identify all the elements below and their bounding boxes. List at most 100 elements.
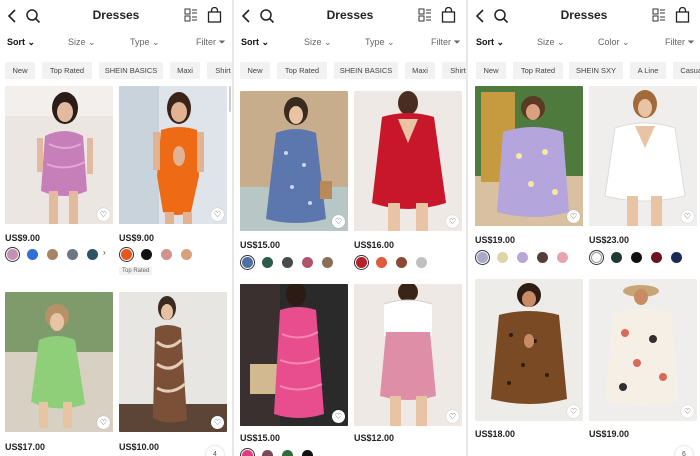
shopping-bag-icon[interactable] (675, 7, 690, 23)
filter-button[interactable]: Filter ⏷ (431, 37, 461, 48)
swatch[interactable] (242, 257, 253, 268)
swatch[interactable] (302, 257, 313, 268)
product-card[interactable]: ♡ US$18.00 (475, 279, 583, 456)
swatch[interactable] (497, 252, 508, 263)
swatch[interactable] (537, 252, 548, 263)
heart-icon[interactable]: ♡ (97, 416, 110, 429)
chip-shein-basics[interactable]: SHEIN BASICS (334, 62, 398, 79)
chip-new[interactable]: New (240, 62, 270, 79)
swatch[interactable] (651, 252, 662, 263)
swatch[interactable] (7, 249, 18, 260)
heart-icon[interactable]: ♡ (681, 210, 694, 223)
swatch[interactable] (87, 249, 98, 260)
swatch[interactable] (282, 257, 293, 268)
sort-dropdown[interactable]: Sort ⌄ (476, 37, 504, 48)
product-image[interactable]: ♡ (354, 284, 462, 426)
chip-top-rated[interactable]: Top Rated (42, 62, 92, 79)
heart-icon[interactable]: ♡ (567, 210, 580, 223)
chip-maxi[interactable]: Maxi (405, 62, 435, 79)
product-image[interactable]: ♡ (5, 292, 113, 432)
swatch[interactable] (262, 450, 273, 456)
product-image[interactable]: ♡ (119, 292, 227, 432)
heart-icon[interactable]: ♡ (211, 416, 224, 429)
chip-shein-basics[interactable]: SHEIN BASICS (99, 62, 163, 79)
chip-top-rated[interactable]: Top Rated (513, 62, 563, 79)
swatch[interactable] (121, 249, 132, 260)
product-card[interactable]: ♡ US$9.00 › (5, 86, 113, 266)
scrollbar[interactable] (229, 86, 231, 112)
chip-casual[interactable]: Casual (673, 62, 700, 79)
heart-icon[interactable]: ♡ (332, 215, 345, 228)
product-card[interactable]: ♡ US$9.00 Top Rated (119, 86, 227, 276)
type-dropdown[interactable]: Type ⌄ (365, 37, 395, 48)
heart-icon[interactable]: ♡ (211, 208, 224, 221)
chip-shein-sxy[interactable]: SHEIN SXY (569, 62, 623, 79)
swatch[interactable] (262, 257, 273, 268)
product-card[interactable]: ♡ US$10.00 (119, 292, 227, 456)
swatch[interactable] (611, 252, 622, 263)
size-dropdown[interactable]: Size ⌄ (304, 37, 332, 48)
product-image[interactable]: ♡ (240, 91, 348, 231)
product-card[interactable]: ♡ US$15.00 (240, 284, 348, 456)
swatch[interactable] (242, 450, 253, 456)
heart-icon[interactable]: ♡ (446, 410, 459, 423)
swatch[interactable] (181, 249, 192, 260)
chip-top-rated[interactable]: Top Rated (277, 62, 327, 79)
product-card[interactable]: ♡ US$23.00 (589, 86, 697, 266)
product-image[interactable]: ♡ (475, 279, 583, 421)
swatch[interactable] (517, 252, 528, 263)
product-card[interactable]: ♡ US$17.00 (5, 292, 113, 456)
swatch[interactable] (47, 249, 58, 260)
product-image[interactable]: ♡ (475, 86, 583, 226)
product-image[interactable]: ♡ (589, 86, 697, 226)
product-card[interactable]: ♡ US$12.00 (354, 284, 462, 456)
filter-button[interactable]: Filter ⏷ (196, 37, 226, 48)
swatch[interactable] (416, 257, 427, 268)
product-image[interactable]: ♡ (119, 86, 227, 224)
product-image[interactable]: ♡ (5, 86, 113, 224)
shopping-bag-icon[interactable] (207, 7, 222, 23)
size-dropdown[interactable]: Size ⌄ (68, 37, 96, 48)
chip-shirt[interactable]: Shirt (442, 62, 466, 79)
color-dropdown[interactable]: Color ⌄ (598, 37, 630, 48)
product-card[interactable]: ♡ US$19.00 (475, 86, 583, 266)
product-card[interactable]: ♡ US$15.00 (240, 91, 348, 271)
product-card[interactable]: ♡ US$19.00 (589, 279, 697, 456)
layout-toggle-icon[interactable] (652, 8, 666, 22)
product-image[interactable]: ♡ (354, 91, 462, 231)
filter-button[interactable]: Filter ⏷ (665, 37, 695, 48)
chip-new[interactable]: New (5, 62, 35, 79)
chip-maxi[interactable]: Maxi (170, 62, 200, 79)
product-image[interactable]: ♡ (240, 284, 348, 426)
size-dropdown[interactable]: Size ⌄ (537, 37, 565, 48)
swatch[interactable] (302, 450, 313, 456)
swatch[interactable] (282, 450, 293, 456)
sort-dropdown[interactable]: Sort ⌄ (7, 37, 35, 48)
swatch[interactable] (591, 252, 602, 263)
swatch[interactable] (396, 257, 407, 268)
swatch[interactable] (141, 249, 152, 260)
swatch[interactable] (376, 257, 387, 268)
chip-new[interactable]: New (476, 62, 506, 79)
layout-toggle-icon[interactable] (184, 8, 198, 22)
swatch[interactable] (477, 252, 488, 263)
heart-icon[interactable]: ♡ (567, 405, 580, 418)
swatch[interactable] (356, 257, 367, 268)
layout-toggle-icon[interactable] (418, 8, 432, 22)
swatch[interactable] (631, 252, 642, 263)
chip-shirt[interactable]: Shirt (207, 62, 232, 79)
swatch[interactable] (27, 249, 38, 260)
product-image[interactable]: ♡ (589, 279, 697, 421)
heart-icon[interactable]: ♡ (97, 208, 110, 221)
swatch[interactable] (557, 252, 568, 263)
chip-a-line[interactable]: A Line (630, 62, 666, 79)
swatch[interactable] (67, 249, 78, 260)
heart-icon[interactable]: ♡ (332, 410, 345, 423)
type-dropdown[interactable]: Type ⌄ (130, 37, 160, 48)
chevron-right-icon[interactable]: › (103, 248, 106, 257)
swatch[interactable] (671, 252, 682, 263)
product-card[interactable]: ♡ US$16.00 (354, 91, 462, 271)
swatch[interactable] (322, 257, 333, 268)
sort-dropdown[interactable]: Sort ⌄ (241, 37, 269, 48)
shopping-bag-icon[interactable] (441, 7, 456, 23)
